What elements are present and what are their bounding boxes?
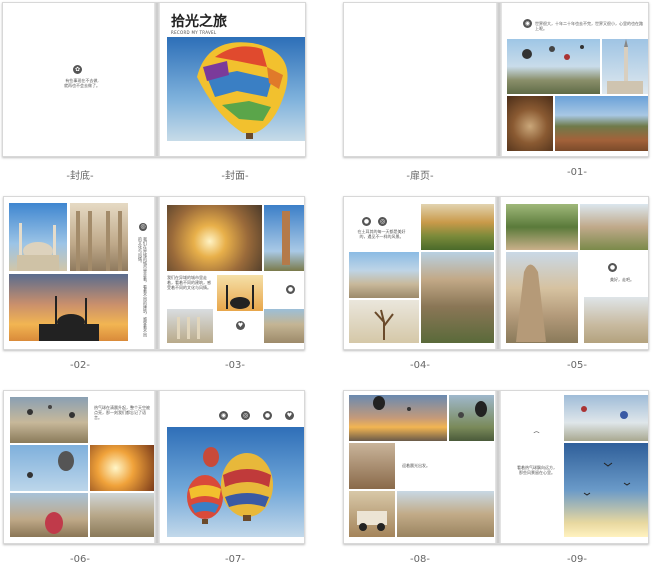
- photo-mosque-interior: [507, 96, 553, 151]
- page-01: ◉ 世界很大，十年二十年也去不完，世界又很小，心里的也在路上呢。: [503, 3, 648, 156]
- back-cover-page: ✿ 有些事现在不去做, 就再也不会去做了。: [3, 3, 153, 156]
- back-cover-text-2: 就再也不会去做了。: [64, 83, 100, 88]
- camera-icon: ◎: [139, 223, 147, 231]
- spread-06-07: 热气球在清晨升起，整个天空被点亮，那一刻我们都忘记了语言。 ◉ ◎ ● ♥: [3, 390, 305, 544]
- label-back-cover: -封底-: [66, 171, 94, 182]
- spine: [154, 3, 160, 156]
- pin-icon: ●: [362, 217, 371, 226]
- photo-jeep: [349, 491, 395, 537]
- spread-08-09: 迎着晨光出发。 ⌒ 看着热气球飘向远方，那些风景留在心里。: [343, 390, 649, 544]
- label-page-06: -06-: [70, 554, 90, 565]
- heart-icon: ♥: [285, 411, 294, 420]
- photo-sunset-mosque: [9, 274, 128, 341]
- pin-icon: ●: [608, 263, 617, 272]
- photo-balloons-horizon: [564, 395, 648, 441]
- photo-sunrise-balloons: [349, 395, 447, 441]
- photo-sunset-birds: [564, 443, 648, 537]
- label-title-page: -扉页-: [406, 171, 434, 182]
- page-07: ◉ ◎ ● ♥: [161, 391, 304, 543]
- page-03: 我们在异域的城市里走着，看着不同的建筑，感受着不同的文化与风情。 ● ♥: [161, 197, 304, 349]
- title-page: [344, 3, 496, 156]
- label-page-02: -02-: [70, 360, 90, 371]
- page-04-text: 在土耳其的每一天都是美好的，遇见不一样的风景。: [357, 229, 406, 239]
- page-08-text: 迎着晨光出发。: [402, 463, 430, 468]
- page-06: 热气球在清晨升起，整个天空被点亮，那一刻我们都忘记了语言。: [4, 391, 154, 543]
- spread-title: ◉ 世界很大，十年二十年也去不完，世界又很小，心里的也在路上呢。: [343, 2, 649, 157]
- photo-temple-ruins: [167, 309, 213, 343]
- photo-blue-mosque: [9, 203, 67, 271]
- photo-colorful-hill: [421, 204, 494, 250]
- photo-traveler-selfie: [349, 443, 395, 489]
- label-page-04: -04-: [410, 360, 430, 371]
- photo-hammock: [580, 204, 648, 250]
- page-09: ⌒ 看着热气球飘向远方，那些风景留在心里。: [502, 391, 648, 543]
- photo-balloon-fire: [90, 445, 154, 491]
- photo-town-overview: [397, 491, 494, 537]
- photo-garden-path: [506, 204, 578, 250]
- spread-cover: ✿ 有些事现在不去做, 就再也不会去做了。 拾光之旅 RECORD MY TRA…: [2, 2, 306, 157]
- photo-column: [264, 205, 304, 271]
- page-01-text: 世界很大，十年二十年也去不完，世界又很小，心里的也在路上呢。: [535, 21, 643, 31]
- logo-icon: ✿: [73, 65, 82, 74]
- balloon-icon: ◉: [523, 19, 532, 28]
- photo-fairy-chimney: [506, 252, 578, 343]
- photo-minaret: [602, 39, 648, 94]
- page-05-text: 美好，走吧。: [610, 277, 634, 282]
- page-02-text: 我们在异域的城市里走着，看着不同的建筑，感受着不同的文化与风情。: [138, 237, 148, 337]
- photo-balloons-valley: [507, 39, 600, 94]
- label-page-07: -07-: [225, 554, 245, 565]
- front-cover-page: 拾光之旅 RECORD MY TRAVEL: [161, 3, 305, 156]
- cover-balloon-photo: [167, 37, 305, 141]
- spine: [495, 197, 501, 349]
- photo-rock-town: [349, 252, 419, 298]
- photo-rock-houses: [90, 493, 154, 537]
- page-03-text: 我们在异域的城市里走着，看着不同的建筑，感受着不同的文化与风情。: [167, 275, 211, 290]
- page-08: 迎着晨光出发。: [344, 391, 494, 543]
- camera-icon: ◎: [378, 217, 387, 226]
- page-05: ● 美好，走吧。: [502, 197, 648, 349]
- photo-mosque-dusk: [217, 275, 263, 311]
- label-page-05: -05-: [567, 360, 587, 371]
- page-06-text: 热气球在清晨升起，整个天空被点亮，那一刻我们都忘记了语言。: [94, 405, 150, 420]
- spread-02-03: 我们在异域的城市里走着，看着不同的建筑，感受着不同的文化与风情。 ◎ 我们在异域…: [3, 196, 305, 350]
- pin-icon: ●: [263, 411, 272, 420]
- spine: [495, 391, 501, 543]
- bird-icon: ⌒: [533, 432, 540, 439]
- photo-balloons-field: [449, 395, 494, 441]
- balloon-icon: ◉: [219, 411, 228, 420]
- page-09-text: 看着热气球飘向远方，那些风景留在心里。: [517, 465, 557, 475]
- label-front-cover: -封面-: [221, 171, 249, 182]
- camera-icon: ◎: [241, 411, 250, 420]
- photo-landscape: [555, 96, 648, 151]
- photo-balloon-sky: [10, 445, 88, 491]
- label-page-01: -01-: [567, 167, 587, 178]
- photo-two-balloons: [167, 427, 304, 537]
- cover-subtitle: RECORD MY TRAVEL: [171, 30, 217, 35]
- photo-amphitheater: [264, 309, 304, 343]
- spread-04-05: ● ◎ 在土耳其的每一天都是美好的，遇见不一样的风景。 ● 美好，走吧。: [343, 196, 649, 350]
- photo-couple-walking: [584, 297, 648, 343]
- photo-ancient-library: [70, 203, 128, 271]
- page-02: 我们在异域的城市里走着，看着不同的建筑，感受着不同的文化与风情。 ◎: [4, 197, 154, 349]
- photo-balloon-ground: [10, 493, 88, 537]
- label-page-08: -08-: [410, 554, 430, 565]
- cover-title: 拾光之旅: [171, 14, 227, 30]
- photo-dead-tree: [349, 300, 419, 343]
- pin-icon: ●: [286, 285, 295, 294]
- label-page-03: -03-: [225, 360, 245, 371]
- spine: [154, 391, 160, 543]
- photo-golden-sunset: [167, 205, 262, 271]
- page-04: ● ◎ 在土耳其的每一天都是美好的，遇见不一样的风景。: [344, 197, 494, 349]
- heart-icon: ♥: [236, 321, 245, 330]
- spine: [496, 3, 502, 156]
- spine: [154, 197, 160, 349]
- label-page-09: -09-: [567, 554, 587, 565]
- photo-balloons-dawn: [10, 397, 88, 443]
- photo-valley-rocks: [421, 252, 494, 343]
